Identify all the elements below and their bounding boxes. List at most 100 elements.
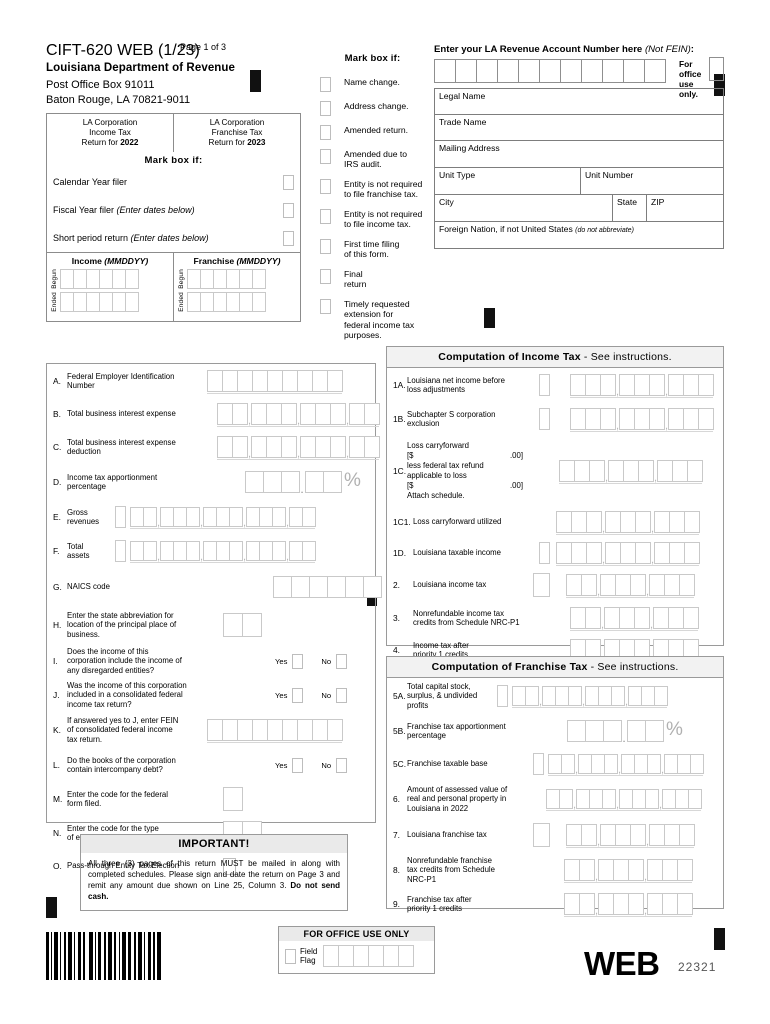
mark-box-checkbox-8[interactable] bbox=[320, 298, 331, 314]
line-1c-sub-0[interactable]: [$ .00] bbox=[407, 451, 523, 461]
line-1b-amount-input[interactable]: , , bbox=[570, 408, 714, 432]
item-d-percent-input[interactable]: . % bbox=[245, 471, 361, 495]
mark-box-item-extension[interactable]: Timely requested extension for federal i… bbox=[320, 298, 448, 341]
item-g-naics-input[interactable] bbox=[273, 576, 382, 598]
item-k-fein-input[interactable] bbox=[207, 719, 343, 743]
filer-option-2-checkbox[interactable] bbox=[283, 230, 294, 246]
item-d-row[interactable]: D. Income tax apportionment percentage .… bbox=[47, 464, 375, 500]
mark-box-item-name-change[interactable]: Name change. bbox=[320, 76, 425, 92]
line-9-row[interactable]: 9. Franchise tax after priority 1 credit… bbox=[387, 888, 723, 920]
item-l-row[interactable]: L. Do the books of the corporation conta… bbox=[47, 748, 375, 782]
office-use-cell[interactable] bbox=[709, 57, 724, 81]
mark-box-checkbox-4[interactable] bbox=[320, 178, 331, 194]
mailing-address-row[interactable]: Mailing Address bbox=[435, 141, 723, 168]
item-j-row[interactable]: J. Was the income of this corporation in… bbox=[47, 678, 375, 712]
legal-name-row[interactable]: Legal Name bbox=[435, 89, 723, 115]
item-m-row[interactable]: M. Enter the code for the federal form f… bbox=[47, 782, 375, 816]
mark-box-checkbox-5[interactable] bbox=[320, 208, 331, 224]
foreign-nation-row[interactable]: Foreign Nation, if not United States (do… bbox=[435, 222, 723, 248]
franchise-ended-row[interactable]: Ended bbox=[178, 292, 296, 312]
filer-option-short-period[interactable]: Short period return (Enter dates below) bbox=[47, 224, 300, 252]
item-f-amount-input[interactable]: , , , , bbox=[130, 541, 316, 563]
item-b-row[interactable]: B. Total business interest expense , , , bbox=[47, 398, 380, 430]
line-5c-amount-input[interactable]: , , , bbox=[548, 754, 704, 776]
item-h-state-input[interactable] bbox=[223, 613, 262, 637]
line-7-sign-checkbox[interactable] bbox=[533, 823, 550, 847]
line-1d-amount-input[interactable]: , , bbox=[556, 541, 700, 566]
franchise-ended-cells[interactable] bbox=[187, 292, 266, 312]
line-1c-row[interactable]: 1C. Loss carryforward [$ .00] less feder… bbox=[387, 436, 723, 506]
item-a-fein-input[interactable] bbox=[207, 370, 343, 394]
line-2-row[interactable]: 2. Louisiana income tax , , bbox=[387, 568, 723, 602]
line-1d-sign-checkbox[interactable] bbox=[539, 541, 550, 564]
mark-box-item-no-income-tax[interactable]: Entity is not required to file income ta… bbox=[320, 208, 425, 230]
mark-box-checkbox-3[interactable] bbox=[320, 148, 331, 164]
line-1c-sub-2[interactable]: [$ .00] bbox=[407, 481, 523, 491]
line-3-amount-input[interactable]: , , bbox=[570, 607, 699, 631]
filer-option-calendar-year[interactable]: Calendar Year filer bbox=[47, 168, 300, 196]
unit-row[interactable]: Unit Type Unit Number bbox=[435, 168, 723, 195]
franchise-begun-row[interactable]: Begun bbox=[178, 269, 296, 289]
mark-box-checkbox-0[interactable] bbox=[320, 76, 331, 92]
filer-option-fiscal-year[interactable]: Fiscal Year filer (Enter dates below) bbox=[47, 196, 300, 224]
income-ended-row[interactable]: Ended bbox=[51, 292, 169, 312]
mark-box-checkbox-7[interactable] bbox=[320, 268, 331, 284]
item-i-yes-checkbox[interactable] bbox=[292, 653, 304, 669]
item-e-row[interactable]: E. Gross revenues , , , , bbox=[47, 500, 375, 534]
line-6-amount-input[interactable]: , , , bbox=[546, 789, 702, 811]
line-5b-row[interactable]: 5B. Franchise tax apportionment percenta… bbox=[387, 714, 723, 748]
line-2-sign-checkbox[interactable] bbox=[533, 573, 550, 597]
item-c-amount-input[interactable]: , , , bbox=[217, 436, 380, 460]
item-f-sign-checkbox[interactable] bbox=[115, 540, 126, 562]
item-l-yes-checkbox[interactable] bbox=[292, 757, 304, 773]
mark-box-checkbox-1[interactable] bbox=[320, 100, 331, 116]
line-8-amount-input[interactable]: , , bbox=[564, 859, 693, 883]
mark-box-item-first-time-filing[interactable]: First time filing of this form. bbox=[320, 238, 425, 260]
item-e-sign-checkbox[interactable] bbox=[115, 506, 126, 528]
mark-box-item-final-return[interactable]: Final return bbox=[320, 268, 425, 290]
item-h-row[interactable]: H. Enter the state abbreviation for loca… bbox=[47, 606, 375, 644]
income-ended-cells[interactable] bbox=[60, 292, 139, 312]
item-j-yes-checkbox[interactable] bbox=[292, 687, 304, 703]
line-5c-sign-checkbox[interactable] bbox=[533, 753, 544, 775]
filer-option-0-checkbox[interactable] bbox=[283, 174, 294, 190]
line-1a-sign-checkbox[interactable] bbox=[539, 374, 550, 396]
item-a-row[interactable]: A. Federal Employer Identification Numbe… bbox=[47, 364, 375, 398]
line-1a-amount-input[interactable]: , , bbox=[570, 374, 714, 398]
franchise-begun-cells[interactable] bbox=[187, 269, 266, 289]
line-1c1-amount-input[interactable]: , , bbox=[556, 510, 700, 535]
line-5a-row[interactable]: 5A. Total capital stock, surplus, & undi… bbox=[387, 678, 723, 714]
item-e-amount-input[interactable]: , , , , bbox=[130, 507, 316, 529]
line-5a-amount-input[interactable]: , , , bbox=[512, 686, 668, 708]
item-g-row[interactable]: G. NAICS code bbox=[47, 568, 382, 606]
line-1a-row[interactable]: 1A. Louisiana net income before loss adj… bbox=[387, 368, 723, 402]
line-7-amount-input[interactable]: , , bbox=[566, 824, 695, 848]
item-k-row[interactable]: K. If answered yes to J, enter FEIN of c… bbox=[47, 712, 375, 748]
item-c-row[interactable]: C. Total business interest expense deduc… bbox=[47, 430, 380, 464]
line-9-amount-input[interactable]: , , bbox=[564, 893, 693, 917]
office-use-cells[interactable] bbox=[323, 945, 415, 967]
line-5c-row[interactable]: 5C. Franchise taxable base , , , bbox=[387, 748, 723, 780]
item-j-no-checkbox[interactable] bbox=[336, 687, 348, 703]
mark-box-checkbox-2[interactable] bbox=[320, 124, 331, 140]
account-number-input[interactable] bbox=[434, 59, 666, 83]
line-1b-row[interactable]: 1B. Subchapter S corporation exclusion ,… bbox=[387, 402, 723, 436]
item-m-code-input[interactable] bbox=[223, 787, 243, 811]
line-3-row[interactable]: 3. Nonrefundable income tax credits from… bbox=[387, 602, 723, 634]
item-i-row[interactable]: I. Does the income of this corporation i… bbox=[47, 644, 375, 678]
mark-box-checkbox-6[interactable] bbox=[320, 238, 331, 254]
line-1d-row[interactable]: 1D. Louisiana taxable income , , bbox=[387, 537, 723, 568]
item-l-no-checkbox[interactable] bbox=[336, 757, 348, 773]
filer-option-1-checkbox[interactable] bbox=[283, 202, 294, 218]
mark-box-item-no-franchise-tax[interactable]: Entity is not required to file franchise… bbox=[320, 178, 425, 200]
line-2-amount-input[interactable]: , , bbox=[566, 574, 695, 598]
income-begun-cells[interactable] bbox=[60, 269, 139, 289]
line-7-row[interactable]: 7. Louisiana franchise tax , , bbox=[387, 818, 723, 852]
mark-box-item-address-change[interactable]: Address change. bbox=[320, 100, 425, 116]
line-6-row[interactable]: 6. Amount of assessed value of real and … bbox=[387, 780, 723, 818]
city-state-zip-row[interactable]: City State ZIP bbox=[435, 195, 723, 222]
line-8-row[interactable]: 8. Nonrefundable franchise tax credits f… bbox=[387, 852, 723, 888]
field-flag-checkbox[interactable] bbox=[285, 948, 296, 964]
line-5a-sign-checkbox[interactable] bbox=[497, 685, 508, 707]
item-i-no-checkbox[interactable] bbox=[336, 653, 348, 669]
